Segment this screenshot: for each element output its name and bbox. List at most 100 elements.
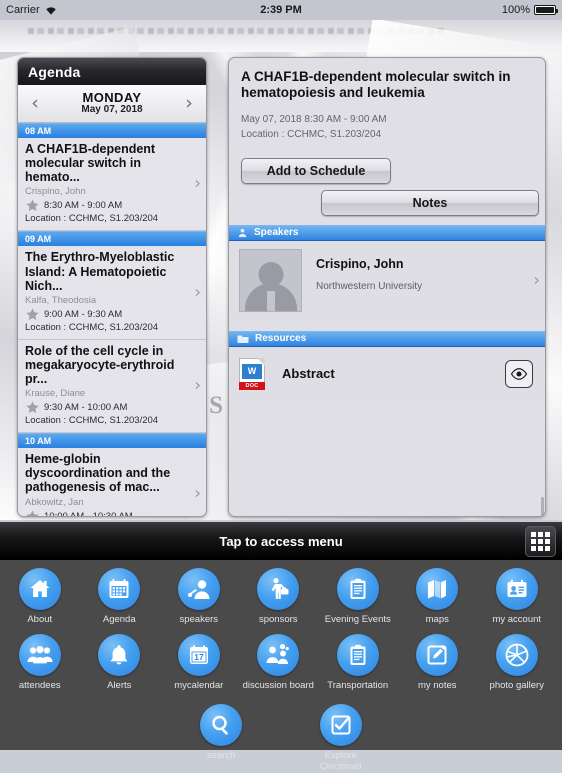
resources-header-label: Resources [255, 333, 307, 345]
grid-cell [545, 546, 550, 551]
session-speaker: Krause, Diane [25, 388, 86, 400]
eye-icon [510, 368, 528, 380]
menu-item-transportation[interactable]: Transportation [318, 626, 398, 692]
doc-type-letter: W [242, 363, 262, 379]
speakers-section-header: Speakers [229, 224, 545, 241]
notes-button[interactable]: Notes [321, 189, 539, 216]
next-day-button[interactable]: › [176, 94, 202, 113]
search-icon [200, 703, 243, 746]
date-value: May 07, 2018 [81, 104, 143, 116]
session-time-row: 9:30 AM - 10:00 AM [25, 400, 199, 415]
aperture-icon [495, 633, 538, 676]
menu-item-my-notes[interactable]: my notes [398, 626, 478, 692]
menu-label: About [27, 614, 53, 625]
menu-item-photo-gallery[interactable]: photo gallery [477, 626, 557, 692]
map-icon [416, 568, 459, 610]
resources-section-body: W DOC Abstract [229, 346, 545, 516]
agenda-session-item[interactable]: Role of the cell cycle in megakaryocyte-… [18, 339, 206, 434]
menu-item-explore-cincinnati[interactable]: Explore Cincinnati [301, 696, 381, 773]
grid-cell [545, 532, 550, 537]
menu-item-my-account[interactable]: my account [477, 560, 557, 626]
menu-label: attendees [18, 679, 61, 691]
status-bar: Carrier 2:39 PM 100% [0, 0, 562, 20]
agenda-session-item[interactable]: The Erythro-Myeloblastic Island: A Hemat… [18, 246, 206, 340]
menu-label: discussion board [242, 679, 314, 691]
grid-cell [538, 546, 543, 551]
chevron-right-icon: › [533, 270, 540, 291]
grid-cell [531, 539, 536, 544]
grid-menu-icon[interactable] [525, 526, 556, 557]
menu-item-alerts[interactable]: Alerts [80, 626, 160, 692]
agenda-panel-title: Agenda [18, 58, 206, 85]
menu-item-maps[interactable]: maps [398, 560, 478, 626]
menu-bar-label: Tap to access menu [219, 533, 343, 549]
previous-day-button[interactable]: ‹ [22, 94, 48, 113]
svg-text:17: 17 [194, 652, 204, 662]
detail-scrollbar[interactable] [541, 496, 544, 516]
checkbox-icon [319, 703, 362, 746]
session-title: A CHAF1B-dependent molecular switch in h… [25, 142, 156, 185]
grid-cell [538, 539, 543, 544]
resource-name: Abstract [282, 366, 335, 382]
menu-item-search[interactable]: search [182, 696, 262, 773]
menu-label: Transportation [327, 679, 389, 691]
folder-icon [237, 334, 249, 344]
id-badge-icon [495, 568, 538, 610]
home-icon [18, 568, 61, 610]
session-time: 9:30 AM - 10:00 AM [44, 402, 128, 414]
resource-row[interactable]: W DOC Abstract [229, 347, 545, 401]
menu-label: Explore Cincinnati [319, 749, 362, 772]
menu-tray: About Agenda speakers sponsors Evening E… [0, 560, 562, 772]
menu-access-bar[interactable]: Tap to access menu [0, 522, 562, 560]
favorite-star-icon[interactable] [25, 400, 40, 415]
menu-item-discussion-board[interactable]: discussion board [239, 626, 319, 692]
menu-label: my account [492, 614, 542, 625]
menu-label: maps [425, 614, 449, 625]
session-location: Location : CCHMC, S1.203/204 [25, 321, 159, 333]
agenda-session-item[interactable]: Heme-globin dyscoordination and the path… [18, 448, 206, 516]
menu-item-speakers[interactable]: speakers [159, 560, 239, 626]
favorite-star-icon[interactable] [25, 198, 40, 213]
calendar-17-icon: 17 [177, 633, 220, 676]
speaker-section-icon [237, 227, 248, 238]
speaker-row[interactable]: Crispino, John Northwestern University › [229, 241, 545, 322]
speaker-text: Crispino, John Northwestern University [316, 249, 422, 292]
status-right: 100% [502, 4, 558, 16]
hour-header: 10 AM [18, 433, 206, 449]
clock: 2:39 PM [260, 4, 302, 16]
hour-header: 08 AM [18, 123, 206, 138]
menu-item-mycalendar[interactable]: 17 mycalendar [159, 626, 239, 692]
detail-datetime: May 07, 2018 8:30 AM - 9:00 AM [241, 113, 387, 125]
menu-label: sponsors [258, 614, 298, 625]
grid-cell [545, 539, 550, 544]
favorite-star-icon[interactable] [25, 509, 40, 516]
menu-item-about[interactable]: About [0, 560, 80, 626]
menu-label: Alerts [107, 679, 132, 691]
agenda-session-item[interactable]: A CHAF1B-dependent molecular switch in h… [18, 138, 206, 232]
menu-label: Evening Events [324, 614, 391, 625]
people-group-icon [18, 633, 61, 676]
avatar-tie [266, 290, 275, 311]
menu-item-sponsors[interactable]: sponsors [239, 560, 319, 626]
detail-title: A CHAF1B-dependent molecular switch in h… [241, 69, 511, 101]
favorite-star-icon[interactable] [25, 307, 40, 322]
session-title: The Erythro-Myeloblastic Island: A Hemat… [25, 250, 175, 293]
grid-cell [531, 532, 536, 537]
menu-item-agenda[interactable]: Agenda [80, 560, 160, 626]
speakers-section-body: Crispino, John Northwestern University › [229, 240, 545, 322]
clipboard-icon [336, 568, 379, 610]
bell-icon [98, 633, 141, 676]
menu-row-2: attendees Alerts 17 mycalendar discussio… [0, 626, 562, 692]
add-to-schedule-button[interactable]: Add to Schedule [241, 157, 391, 184]
menu-label: Agenda [102, 614, 136, 625]
menu-item-evening-events[interactable]: Evening Events [318, 560, 398, 626]
chat-people-icon [257, 633, 300, 676]
menu-row-3: search Explore Cincinnati [0, 696, 562, 773]
view-resource-button[interactable] [505, 359, 533, 388]
hour-header: 09 AM [18, 231, 206, 247]
clipboard-icon [336, 633, 379, 676]
menu-item-attendees[interactable]: attendees [0, 626, 80, 692]
menu-label: search [206, 749, 236, 761]
date-weekday: MONDAY [82, 90, 142, 106]
menu-label: my notes [417, 679, 457, 691]
